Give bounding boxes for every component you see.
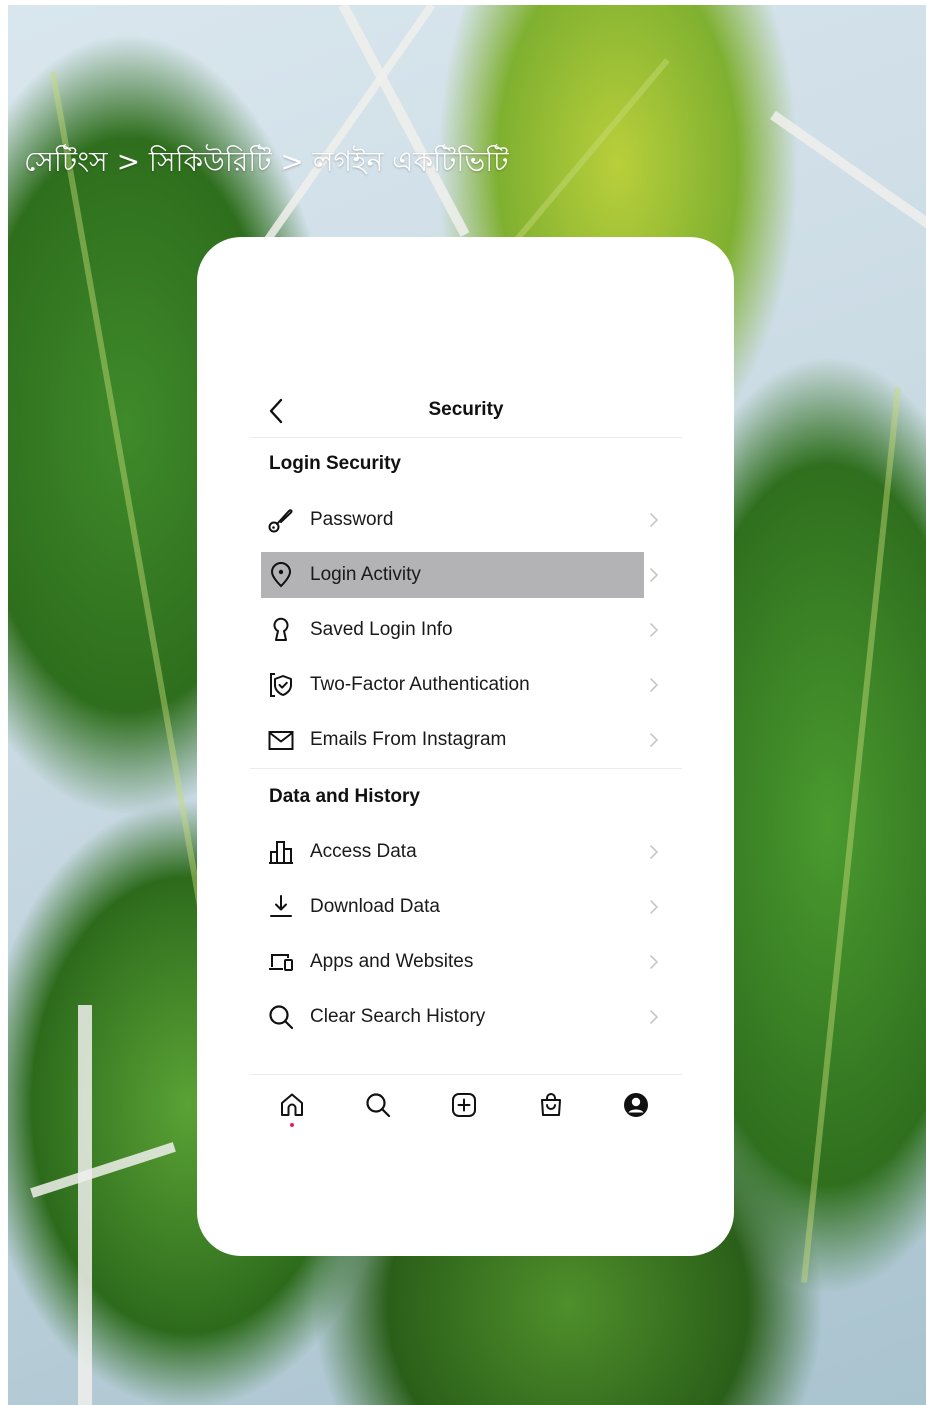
menu-item-two-factor-authentication[interactable]: Two-Factor Authentication (261, 662, 665, 708)
menu-item-label: Login Activity (310, 564, 421, 585)
notification-dot (290, 1123, 294, 1127)
chevron-right-icon (650, 733, 659, 747)
menu-item-saved-login-info[interactable]: Saved Login Info (261, 607, 665, 653)
menu-item-label: Download Data (310, 896, 440, 917)
search-icon (269, 1005, 294, 1030)
menu-item-download-data[interactable]: Download Data (261, 884, 665, 930)
phone-screen: Security Login Security Password Login A… (197, 237, 734, 1256)
shop-icon (541, 1093, 561, 1116)
chevron-right-icon (650, 513, 659, 527)
menu-item-label: Two-Factor Authentication (310, 674, 530, 695)
menu-item-label: Saved Login Info (310, 619, 453, 640)
tab-search[interactable] (362, 1089, 394, 1121)
menu-item-label: Apps and Websites (310, 951, 474, 972)
tab-shop[interactable] (535, 1089, 567, 1121)
menu-item-apps-and-websites[interactable]: Apps and Websites (261, 939, 665, 985)
menu-item-emails-from-instagram[interactable]: Emails From Instagram (261, 717, 665, 763)
shield-check-icon (270, 673, 292, 697)
menu-item-label: Emails From Instagram (310, 729, 507, 750)
chevron-right-icon (650, 678, 659, 692)
home-icon (281, 1093, 303, 1116)
tab-add-post[interactable] (448, 1089, 480, 1121)
menu-item-login-activity[interactable]: Login Activity (261, 552, 665, 598)
devices-icon (269, 954, 293, 971)
page-title: Security (428, 399, 504, 420)
section-title-login-security: Login Security (269, 453, 401, 474)
section-divider (250, 768, 682, 769)
chevron-right-icon (650, 900, 659, 914)
page-header: Security (250, 387, 682, 438)
tab-profile[interactable] (620, 1089, 652, 1121)
menu-item-label: Access Data (310, 841, 417, 862)
add-post-icon (452, 1093, 476, 1117)
chevron-right-icon (650, 1010, 659, 1024)
key-icon (268, 509, 293, 533)
mail-icon (268, 731, 294, 750)
tab-home[interactable] (276, 1089, 308, 1127)
breadcrumb: সেটিংস > সিকিউরিটি > লগইন একটিভিটি (24, 145, 509, 178)
menu-item-label: Clear Search History (310, 1006, 486, 1027)
menu-item-label: Password (310, 509, 394, 530)
search-icon (366, 1093, 391, 1118)
section-title-data-and-history: Data and History (269, 786, 420, 807)
profile-icon (624, 1093, 648, 1117)
download-icon (270, 895, 292, 917)
chevron-right-icon (650, 568, 659, 582)
menu-item-clear-search-history[interactable]: Clear Search History (261, 994, 665, 1040)
keyhole-icon (273, 617, 289, 641)
chevron-right-icon (650, 845, 659, 859)
bar-chart-icon (269, 841, 293, 864)
chevron-right-icon (650, 623, 659, 637)
menu-item-password[interactable]: Password (261, 497, 665, 543)
location-pin-icon (270, 562, 292, 588)
chevron-right-icon (650, 955, 659, 969)
menu-item-access-data[interactable]: Access Data (261, 829, 665, 875)
bottom-tab-bar (250, 1074, 682, 1135)
